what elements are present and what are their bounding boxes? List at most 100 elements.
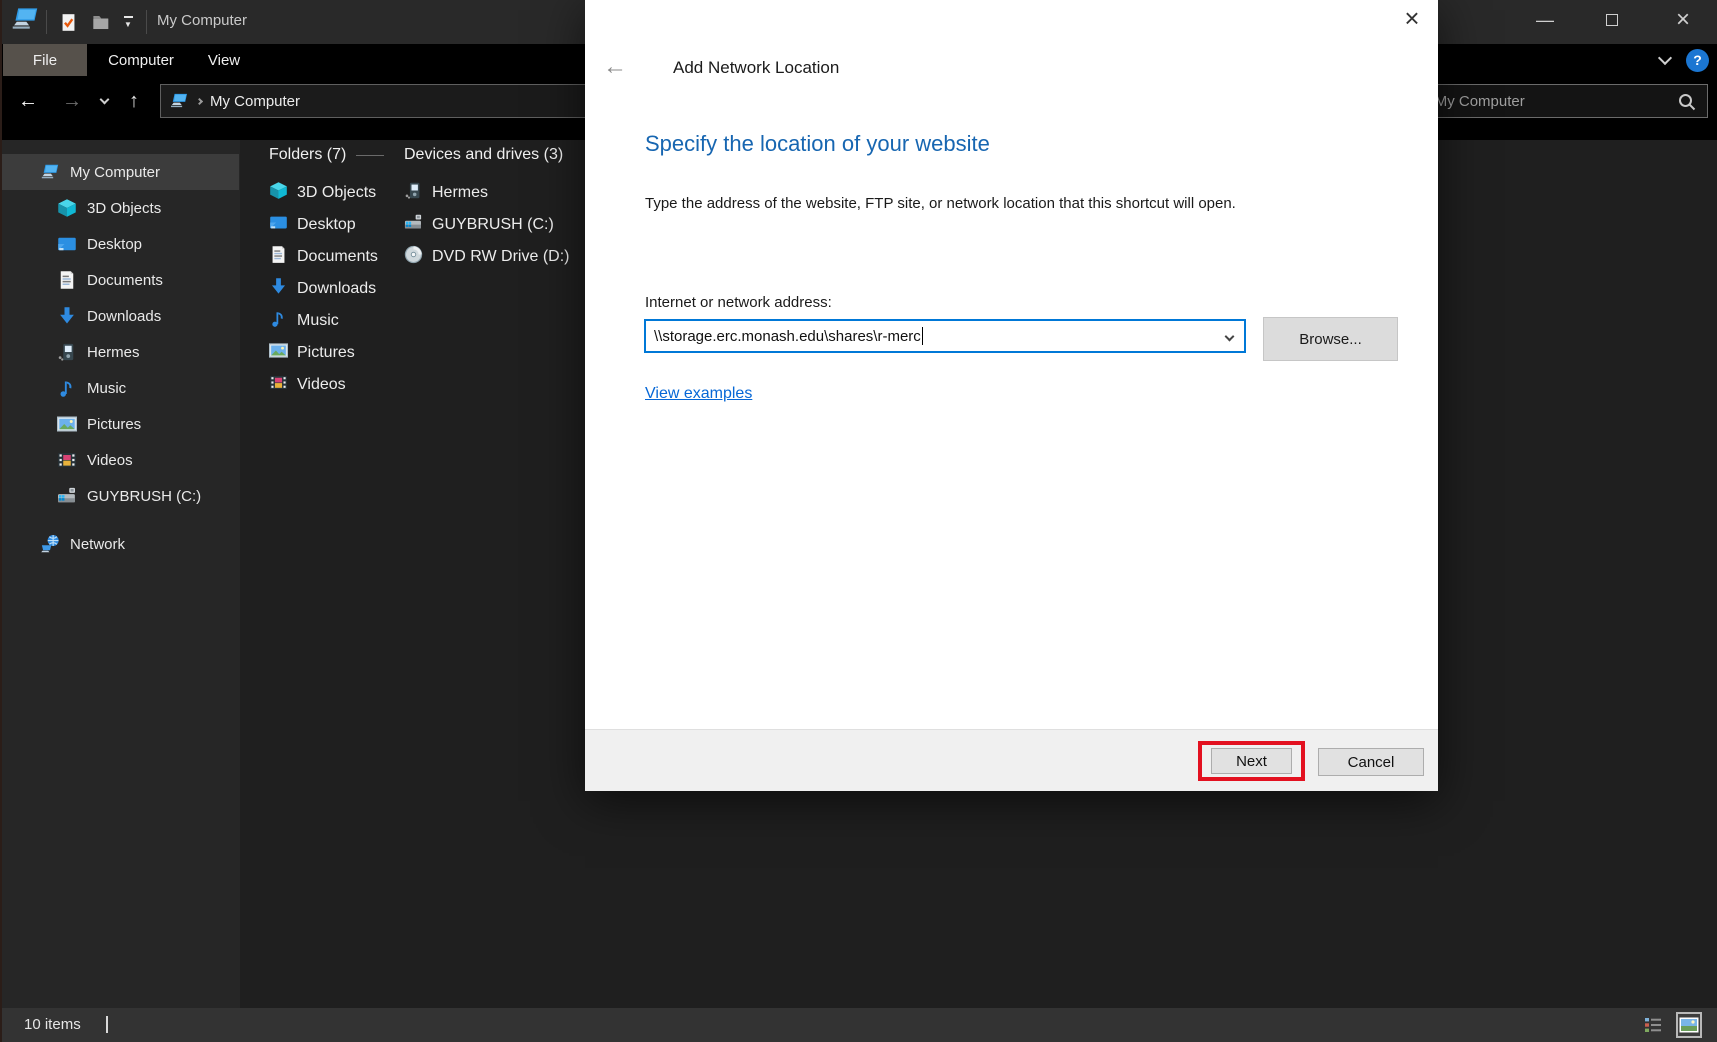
sidebar-item-label: GUYBRUSH (C:) <box>87 488 201 505</box>
text-cursor <box>922 327 923 345</box>
toolbar-dropdown-icon[interactable]: ▼ <box>116 9 140 35</box>
ribbon-collapse-icon[interactable] <box>1658 51 1672 65</box>
desktop-icon <box>57 234 77 254</box>
tab-view[interactable]: View <box>194 44 254 76</box>
ribbon-right-controls: ? <box>1660 44 1709 76</box>
sidebar-item-desktop[interactable]: Desktop <box>2 226 239 262</box>
file-item-videos[interactable]: Videos <box>269 369 378 401</box>
media-player-icon <box>57 342 77 362</box>
combobox-dropdown-icon[interactable] <box>1225 332 1235 342</box>
sidebar-item-label: My Computer <box>70 164 160 181</box>
recent-locations-icon[interactable] <box>94 84 114 118</box>
sidebar-item-my-computer[interactable]: My Computer <box>2 154 239 190</box>
desktop-icon <box>269 213 288 237</box>
network-address-combobox[interactable]: \\storage.erc.monash.edu\shares\r-merc <box>644 319 1246 353</box>
titlebar-separator <box>146 10 147 34</box>
sidebar-item-label: 3D Objects <box>87 200 161 217</box>
wizard-description: Type the address of the website, FTP sit… <box>645 195 1236 212</box>
desktop-edge <box>0 0 2 1042</box>
sidebar-item-label: Network <box>70 536 125 553</box>
group-header[interactable]: Devices and drives (3) <box>404 145 563 165</box>
next-button-annotation: Next <box>1198 741 1305 781</box>
minimize-button[interactable]: — <box>1522 0 1568 40</box>
search-input[interactable]: Search My Computer <box>1402 84 1708 118</box>
checklist-icon[interactable] <box>56 9 80 35</box>
sidebar-item-videos[interactable]: Videos <box>2 442 239 478</box>
sidebar-item-label: Hermes <box>87 344 140 361</box>
dialog-title: Add Network Location <box>673 58 839 78</box>
file-item-label: Hermes <box>432 184 488 202</box>
file-item-label: Desktop <box>297 216 356 234</box>
close-window-button[interactable]: × <box>1660 0 1706 40</box>
media-player-icon <box>404 181 423 205</box>
next-button[interactable]: Next <box>1211 748 1292 774</box>
dialog-back-icon[interactable]: ← <box>597 50 633 84</box>
address-field-label: Internet or network address: <box>645 294 832 311</box>
file-item-pictures[interactable]: Pictures <box>269 337 378 369</box>
file-item-3d-objects[interactable]: 3D Objects <box>269 177 378 209</box>
dialog-close-icon[interactable]: × <box>1394 0 1430 36</box>
back-icon[interactable]: ← <box>14 84 42 118</box>
document-icon <box>269 245 288 269</box>
up-icon[interactable]: ↑ <box>120 84 148 118</box>
tab-computer[interactable]: Computer <box>100 44 182 76</box>
browse-button[interactable]: Browse... <box>1263 317 1398 361</box>
dvd-icon <box>404 245 423 269</box>
group-rule <box>356 155 384 156</box>
sidebar-item-guybrush-c[interactable]: GUYBRUSH (C:) <box>2 478 239 514</box>
details-view-icon[interactable] <box>1640 1012 1666 1038</box>
search-icon[interactable] <box>1677 92 1697 116</box>
sidebar-item-label: Music <box>87 380 126 397</box>
monitor-icon <box>169 93 189 109</box>
download-icon <box>57 306 77 326</box>
screen: ▼ My Computer — × File Computer View ? ←… <box>0 0 1717 1042</box>
computer-icon <box>10 7 40 35</box>
sidebar-item-3d-objects[interactable]: 3D Objects <box>2 190 239 226</box>
file-item-label: 3D Objects <box>297 184 376 202</box>
pictures-icon <box>57 414 77 434</box>
sidebar-item-hermes[interactable]: Hermes <box>2 334 239 370</box>
breadcrumb: My Computer <box>210 93 300 110</box>
help-icon[interactable]: ? <box>1686 49 1709 72</box>
folder-icon[interactable] <box>88 9 112 35</box>
maximize-button[interactable] <box>1589 0 1635 40</box>
drive-icon <box>57 486 77 506</box>
file-item-label: DVD RW Drive (D:) <box>432 248 569 266</box>
thumbnail-view-icon[interactable] <box>1676 1012 1702 1038</box>
file-item-label: Documents <box>297 248 378 266</box>
file-item-guybrush-c[interactable]: GUYBRUSH (C:) <box>404 209 569 241</box>
status-bar: 10 items <box>0 1008 1717 1042</box>
drive-icon <box>404 213 423 237</box>
file-item-downloads[interactable]: Downloads <box>269 273 378 305</box>
sidebar-item-music[interactable]: Music <box>2 370 239 406</box>
wizard-heading: Specify the location of your website <box>645 131 990 157</box>
cube-icon <box>269 181 288 205</box>
view-examples-link[interactable]: View examples <box>645 385 752 403</box>
tab-file[interactable]: File <box>3 44 87 76</box>
items-count: 10 items <box>24 1016 81 1033</box>
sidebar-item-documents[interactable]: Documents <box>2 262 239 298</box>
sidebar-item-label: Downloads <box>87 308 161 325</box>
sidebar-item-label: Pictures <box>87 416 141 433</box>
music-icon <box>269 309 288 333</box>
group-header[interactable]: Folders (7) <box>269 145 384 165</box>
add-network-location-dialog: × ← Add Network Location Specify the loc… <box>585 0 1438 791</box>
file-item-documents[interactable]: Documents <box>269 241 378 273</box>
titlebar-separator <box>46 10 47 34</box>
sidebar-item-pictures[interactable]: Pictures <box>2 406 239 442</box>
forward-icon[interactable]: → <box>58 84 86 118</box>
file-item-label: Videos <box>297 376 346 394</box>
status-divider <box>106 1016 108 1033</box>
file-item-dvd-rw-drive-d[interactable]: DVD RW Drive (D:) <box>404 241 569 273</box>
dialog-footer: Next Cancel <box>585 729 1438 791</box>
cancel-button[interactable]: Cancel <box>1318 748 1424 776</box>
file-item-desktop[interactable]: Desktop <box>269 209 378 241</box>
music-icon <box>57 378 77 398</box>
file-item-hermes[interactable]: Hermes <box>404 177 569 209</box>
sidebar-item-label: Videos <box>87 452 133 469</box>
file-item-music[interactable]: Music <box>269 305 378 337</box>
document-icon <box>57 270 77 290</box>
sidebar-item-network[interactable]: Network <box>2 526 239 562</box>
monitor-icon <box>40 162 60 182</box>
sidebar-item-downloads[interactable]: Downloads <box>2 298 239 334</box>
